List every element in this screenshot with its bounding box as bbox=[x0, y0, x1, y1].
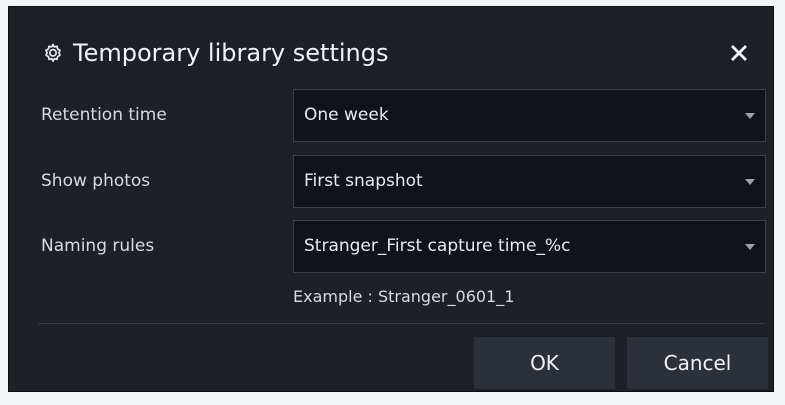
retention-time-value: One week bbox=[304, 105, 389, 125]
dialog-title-bar: Temporary library settings bbox=[9, 7, 773, 93]
naming-rules-value: Stranger_First capture time_%c bbox=[304, 236, 571, 256]
naming-rules-label: Naming rules bbox=[41, 236, 155, 256]
naming-example-text: Example : Stranger_0601_1 bbox=[293, 287, 515, 306]
retention-time-select[interactable]: One week bbox=[293, 89, 766, 142]
show-photos-select[interactable]: First snapshot bbox=[293, 155, 766, 208]
footer-divider bbox=[38, 323, 765, 324]
show-photos-label: Show photos bbox=[41, 171, 151, 191]
cancel-button[interactable]: Cancel bbox=[627, 337, 768, 389]
chevron-down-icon bbox=[745, 179, 755, 185]
chevron-down-icon bbox=[745, 244, 755, 250]
dialog-title: Temporary library settings bbox=[73, 39, 389, 67]
naming-rules-select[interactable]: Stranger_First capture time_%c bbox=[293, 220, 766, 273]
retention-time-label: Retention time bbox=[41, 105, 167, 125]
close-icon[interactable] bbox=[727, 41, 751, 65]
gear-icon bbox=[41, 42, 65, 66]
show-photos-value: First snapshot bbox=[304, 171, 423, 191]
chevron-down-icon bbox=[745, 113, 755, 119]
temporary-library-settings-dialog: Temporary library settings Retention tim… bbox=[8, 6, 774, 392]
ok-button[interactable]: OK bbox=[474, 337, 615, 389]
